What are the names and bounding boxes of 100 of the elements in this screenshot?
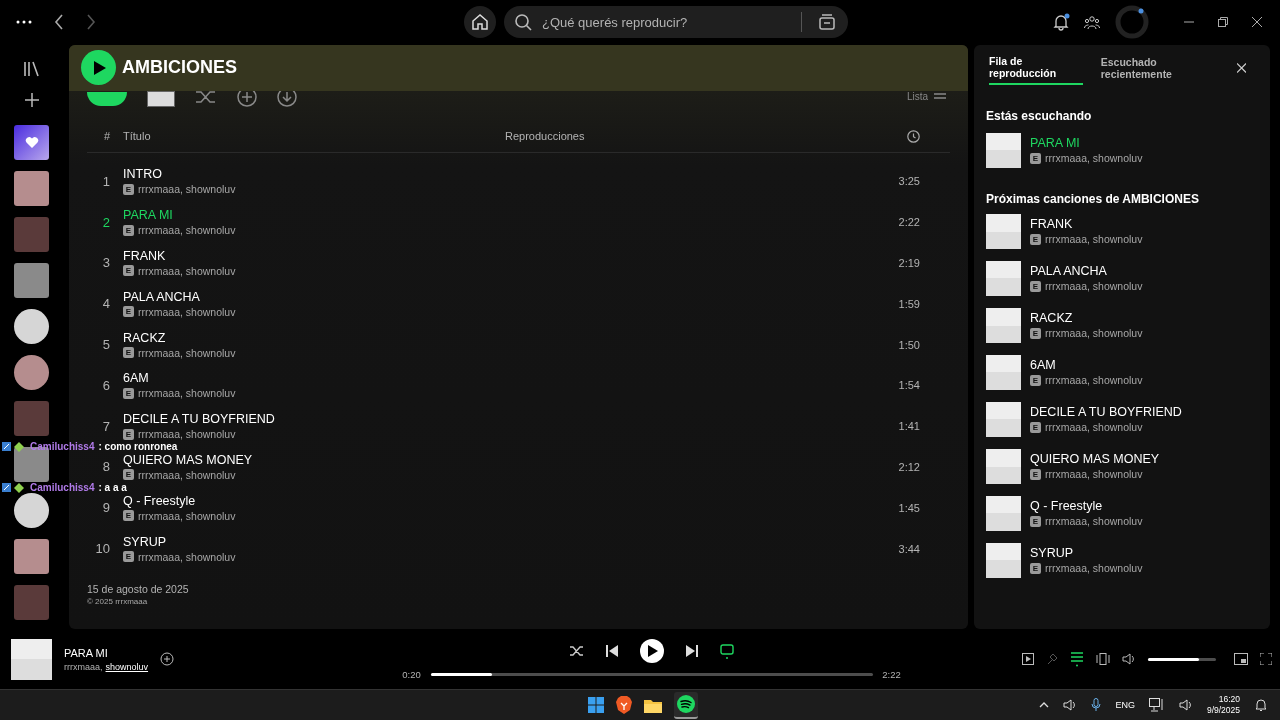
track-title[interactable]: DECILE A TU BOYFRIEND	[123, 412, 505, 427]
track-title[interactable]: SYRUP	[1030, 546, 1143, 561]
previous-icon[interactable]	[605, 644, 618, 657]
volume-icon[interactable]	[1122, 653, 1136, 666]
language-indicator[interactable]: ENG	[1115, 700, 1135, 710]
track-title[interactable]: INTRO	[123, 167, 505, 182]
track-artists[interactable]: rrrxmaaa, shownoluv	[1045, 280, 1143, 293]
track-title[interactable]: RACKZ	[1030, 311, 1143, 326]
track-title[interactable]: SYRUP	[123, 534, 505, 549]
back-icon[interactable]	[54, 14, 64, 31]
track-artists[interactable]: rrrxmaaa, shownoluv	[138, 468, 236, 481]
track-artists[interactable]: rrrxmaaa, shownoluv	[1045, 515, 1143, 528]
track-artists[interactable]: rrrxmaaa, shownoluv	[138, 509, 236, 522]
bell-icon[interactable]	[1052, 13, 1070, 32]
play-icon[interactable]	[93, 59, 107, 76]
shuffle-icon[interactable]	[569, 644, 584, 657]
artist-photo-placeholder[interactable]	[14, 492, 49, 528]
track-title[interactable]: QUIERO MAS MONEY	[123, 452, 505, 467]
speaker-icon[interactable]	[1063, 699, 1078, 711]
artist-link[interactable]: shownoluv	[105, 661, 149, 672]
track-title[interactable]: 6AM	[123, 371, 505, 386]
restore-icon[interactable]	[1218, 17, 1228, 28]
forward-icon[interactable]	[86, 14, 96, 31]
chevron-up-icon[interactable]	[1039, 702, 1050, 708]
track-title[interactable]: FRANK	[1030, 217, 1143, 232]
track-artists[interactable]: rrrxmaaa, shownoluv	[1045, 152, 1143, 165]
playlist-cover-placeholder[interactable]	[14, 538, 49, 574]
progress-bar[interactable]	[430, 672, 873, 676]
track-artists[interactable]: rrrxmaaa, shownoluv	[138, 224, 236, 237]
chat-username: Camiluchiss4	[30, 481, 95, 494]
clock-date[interactable]: 9/9/2025	[1206, 705, 1240, 716]
track-artists[interactable]: rrrxmaaa, shownoluv	[138, 550, 236, 563]
close-icon[interactable]	[1252, 17, 1262, 28]
track-title[interactable]: Q - Freestyle	[123, 493, 505, 508]
home-icon[interactable]	[471, 13, 489, 32]
library-icon[interactable]	[22, 60, 41, 77]
panel-tab[interactable]: Escuchado recientemente	[1100, 51, 1219, 84]
next-icon[interactable]	[685, 644, 698, 657]
close-icon[interactable]	[1236, 62, 1246, 73]
list-icon[interactable]	[934, 90, 946, 100]
connect-device-icon[interactable]	[1096, 653, 1110, 666]
repeat-icon[interactable]	[719, 642, 734, 659]
track-artists[interactable]: rrrxmaaa, shownoluv	[1045, 562, 1143, 575]
browse-icon[interactable]	[818, 13, 836, 32]
track-artists[interactable]: rrrxmaaa, shownoluv	[1045, 421, 1143, 434]
play-icon[interactable]	[647, 644, 658, 657]
track-artists[interactable]: rrrxmaaa, shownoluv	[138, 305, 236, 318]
artist-photo-placeholder[interactable]	[14, 354, 49, 390]
more-icon[interactable]	[16, 20, 32, 25]
add-icon[interactable]	[24, 92, 39, 107]
track-title[interactable]: PARA MI	[123, 208, 505, 223]
track-artists[interactable]: rrrxmaaa, shownoluv	[138, 428, 236, 441]
play-button[interactable]	[81, 50, 116, 86]
notification-bell-icon[interactable]	[1254, 698, 1268, 712]
artist-photo-placeholder[interactable]	[14, 308, 49, 344]
track-title[interactable]: DECILE A TU BOYFRIEND	[1030, 405, 1182, 420]
track-artists[interactable]: rrrxmaaa, shownoluv	[1045, 327, 1143, 340]
home-button[interactable]	[464, 6, 496, 39]
track-title[interactable]: PALA ANCHA	[123, 289, 505, 304]
mini-player-icon[interactable]	[1234, 653, 1248, 666]
now-playing-view-icon[interactable]	[1022, 653, 1034, 666]
playlist-cover-placeholder[interactable]	[14, 170, 49, 206]
track-title[interactable]: PARA MI	[1030, 136, 1143, 151]
track-number: 3	[101, 255, 110, 271]
artist-name[interactable]: rrrxmaaa,	[64, 661, 103, 672]
search-icon[interactable]	[514, 13, 532, 32]
search-input[interactable]: ¿Qué querés reproducir?	[540, 13, 793, 31]
track-title[interactable]: FRANK	[123, 248, 505, 263]
play-button[interactable]	[639, 638, 664, 663]
clock-time[interactable]: 16:20	[1218, 694, 1240, 705]
network-icon[interactable]	[1148, 698, 1165, 712]
track-title[interactable]: QUIERO MAS MONEY	[1030, 452, 1160, 467]
track-artists[interactable]: rrrxmaaa, shownoluv	[138, 387, 236, 400]
fullscreen-icon[interactable]	[1260, 653, 1272, 666]
download-icon[interactable]	[277, 90, 297, 107]
playlist-cover-placeholder[interactable]	[14, 262, 49, 298]
friends-icon[interactable]	[1084, 14, 1100, 31]
liked-songs-tile[interactable]	[14, 124, 49, 160]
large-play-button[interactable]	[87, 91, 127, 106]
track-title[interactable]: 6AM	[1030, 358, 1143, 373]
track-artists[interactable]: rrrxmaaa, shownoluv	[1045, 374, 1143, 387]
track-title[interactable]: PALA ANCHA	[1030, 264, 1143, 279]
add-circle-icon[interactable]	[160, 652, 175, 667]
panel-tab[interactable]: Fila de reproducción	[989, 50, 1083, 85]
queue-icon[interactable]	[1070, 651, 1084, 668]
track-artists[interactable]: rrrxmaaa, shownoluv	[138, 183, 236, 196]
spotify-icon[interactable]	[677, 694, 695, 713]
section-heading: Estás escuchando	[986, 108, 1093, 123]
track-title[interactable]: Q - Freestyle	[1030, 499, 1143, 514]
folder-icon[interactable]	[644, 697, 662, 713]
track-artists[interactable]: rrrxmaaa, shownoluv	[1045, 468, 1143, 481]
track-artists[interactable]: rrrxmaaa, shownoluv	[138, 264, 236, 277]
search-bar[interactable]: ¿Qué querés reproducir?	[504, 6, 848, 39]
track-artists[interactable]: rrrxmaaa, shownoluv	[138, 346, 236, 359]
volume-slider[interactable]	[1148, 657, 1216, 661]
track-title[interactable]: RACKZ	[123, 330, 505, 345]
volume-icon[interactable]	[1178, 699, 1193, 711]
track-title[interactable]: PARA MI	[64, 646, 149, 659]
track-artists[interactable]: rrrxmaaa, shownoluv	[1045, 233, 1143, 246]
view-mode-label[interactable]: Lista	[906, 90, 928, 102]
